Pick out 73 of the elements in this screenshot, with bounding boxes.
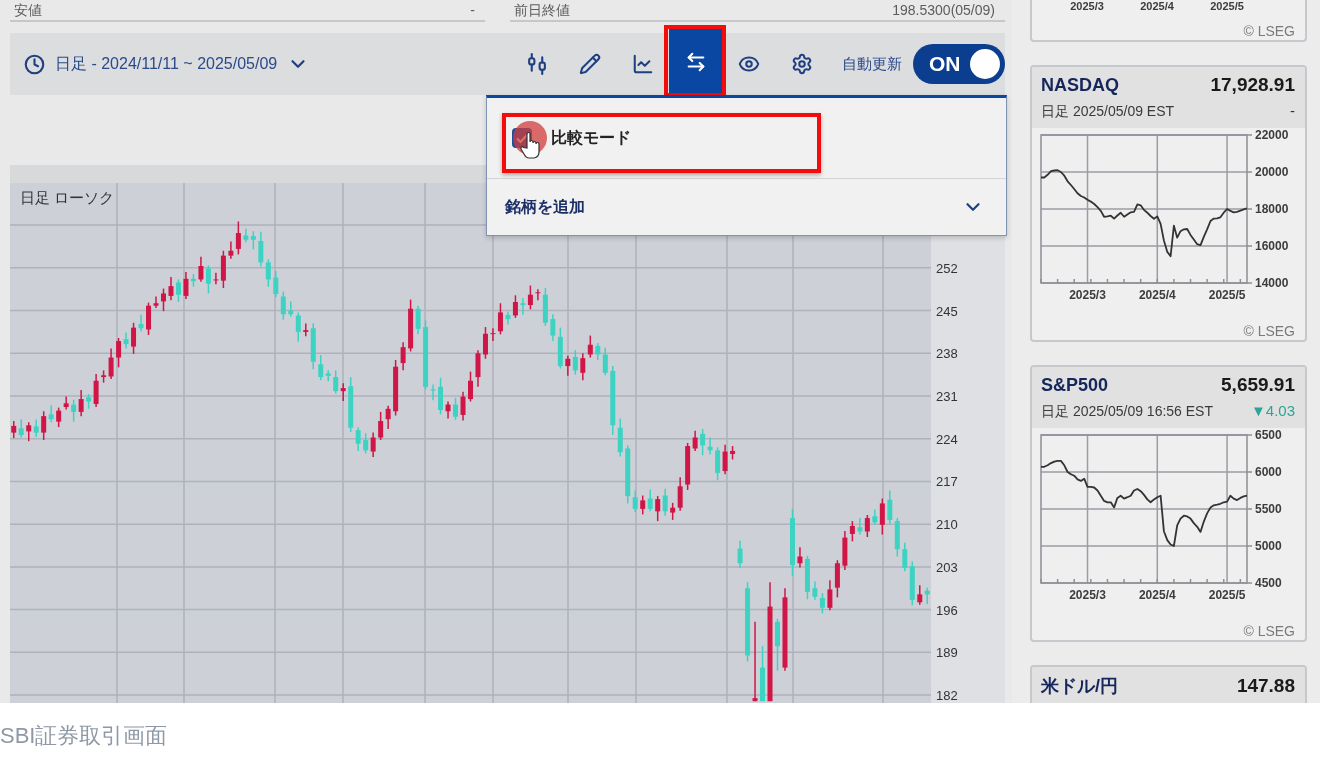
axis-label: 2025/5	[1208, 588, 1246, 602]
settings-icon	[790, 53, 813, 75]
credit-text: © LSEG	[1243, 322, 1295, 340]
candle	[161, 287, 166, 312]
axis-label: 20000	[1255, 165, 1289, 179]
axis-label: 2025/5	[1209, 0, 1245, 12]
chart-title: 日足 ローソク	[20, 189, 115, 206]
axis-label: 2025/3	[1069, 0, 1105, 12]
caption-text: SBI証券取引画面	[0, 721, 168, 750]
axis-label: 182	[936, 688, 958, 703]
axis-label: 2025/5	[1208, 288, 1246, 302]
price-change: -	[1290, 102, 1295, 119]
axis-label: 5500	[1255, 502, 1282, 516]
axis-label: 245	[936, 303, 958, 319]
axis-label: 5000	[1255, 539, 1282, 553]
index-price: 5,659.91	[1221, 374, 1295, 396]
credit-text: © LSEG	[1243, 22, 1295, 40]
candle	[775, 618, 780, 672]
candle	[146, 301, 151, 336]
axis-label: 16000	[1255, 239, 1289, 253]
index-price: 147.88	[1236, 675, 1295, 697]
credit-text: © LSEG	[1243, 622, 1295, 640]
price-change: ▼4.03	[1250, 402, 1295, 419]
candle	[453, 397, 458, 421]
period-selector[interactable]: 日足 - 2024/11/11 ~ 2025/05/09	[24, 44, 310, 84]
axis-label: 2025/3	[1069, 288, 1106, 302]
candle	[737, 539, 743, 569]
axis-label: 210	[936, 517, 958, 533]
candle	[483, 326, 488, 360]
axis-label: 238	[936, 346, 958, 362]
index-name: S&P500	[1041, 375, 1109, 396]
axis-label: 189	[936, 645, 958, 661]
candle	[475, 349, 481, 388]
axis-label: 6500	[1255, 428, 1282, 442]
candle	[176, 278, 181, 303]
field-label: 前日終値	[514, 1, 570, 19]
axis-label: 2025/4	[1139, 0, 1175, 12]
auto-update-toggle[interactable]: ON	[913, 44, 1005, 84]
pencil-icon	[578, 53, 601, 75]
axis-label: 252	[936, 260, 958, 276]
axis-label: 14000	[1255, 276, 1289, 290]
candle	[153, 295, 159, 309]
field-label: 安値	[14, 1, 42, 19]
candlestick-icon	[527, 53, 546, 75]
axis-label: 4500	[1255, 576, 1282, 590]
field-value: -	[470, 1, 475, 19]
candle	[730, 445, 736, 461]
axis-label: 2025/3	[1069, 588, 1106, 602]
axis-label: 203	[936, 559, 958, 575]
axis-label: 2025/4	[1138, 288, 1176, 302]
axis-label: 196	[936, 602, 958, 618]
quote-date: 日足 2025/05/09 EST	[1041, 103, 1175, 121]
axis-label: 224	[936, 431, 958, 447]
candle	[168, 276, 174, 301]
candle	[468, 370, 473, 403]
axis-label: 6000	[1255, 465, 1282, 479]
field-value: 198.5300(05/09)	[892, 1, 995, 19]
index-price: 17,928.91	[1210, 74, 1295, 96]
clock-icon	[24, 53, 45, 75]
axis-label: 217	[936, 474, 958, 490]
index-name: 米ドル/円	[1041, 675, 1118, 698]
axis-label: 18000	[1255, 202, 1289, 216]
candle	[760, 645, 765, 702]
candle	[460, 391, 466, 422]
auto-update-label: 自動更新	[842, 54, 902, 74]
axis-label: 231	[936, 389, 958, 404]
index-name: NASDAQ	[1041, 75, 1119, 96]
axis-label: 2025/4	[1138, 588, 1176, 602]
axis-label: 22000	[1255, 128, 1289, 142]
add-symbol-menu-item[interactable]: 銘柄を追加	[487, 179, 1006, 235]
candle	[790, 508, 795, 577]
quote-date: 日足 2025/05/09 16:56 EST	[1041, 403, 1213, 421]
line-chart-icon	[631, 53, 654, 75]
